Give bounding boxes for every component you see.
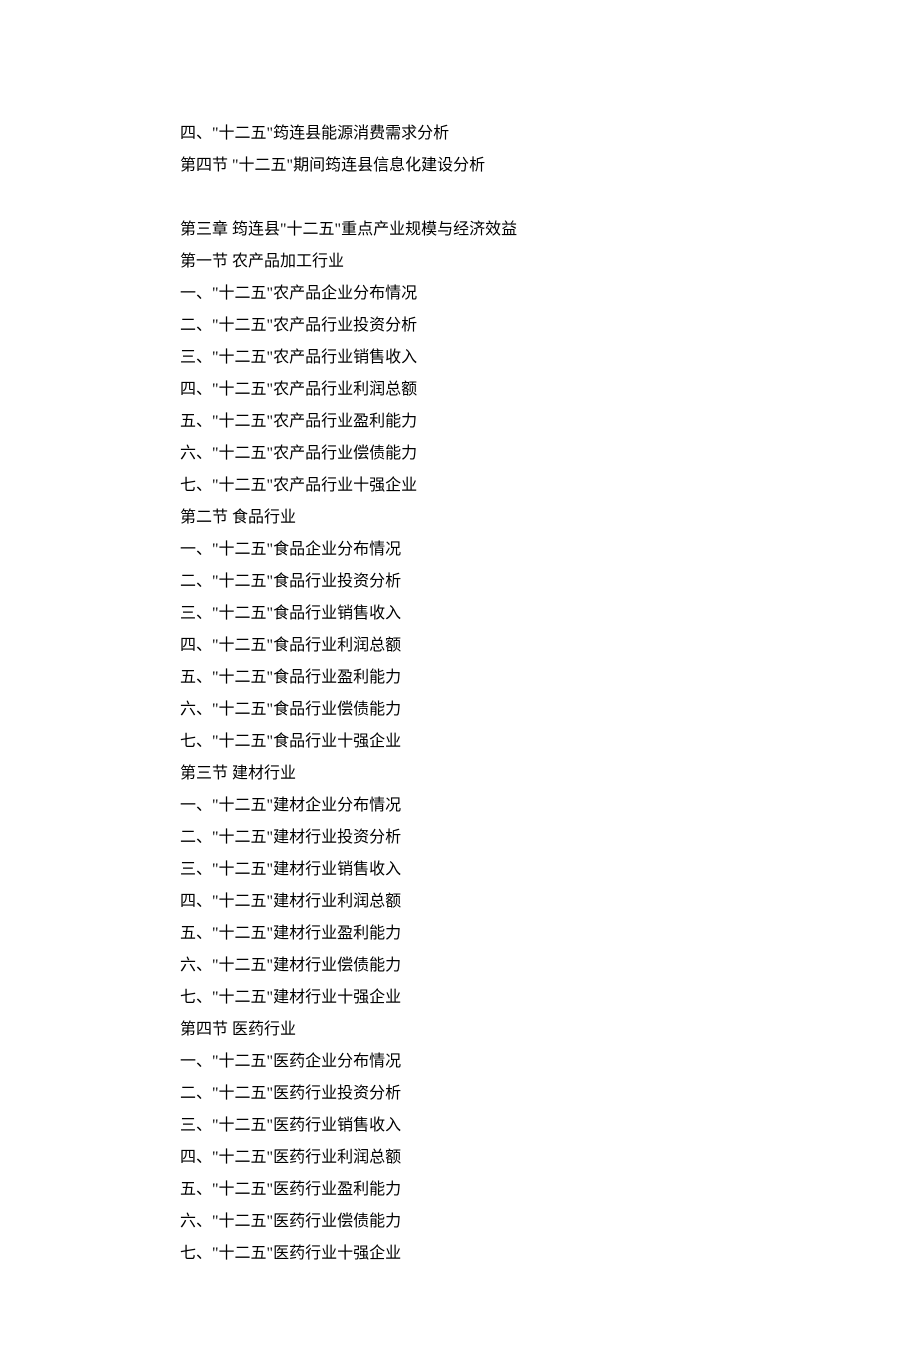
section-title: 第二节 食品行业 [180, 502, 740, 534]
list-item: 七、"十二五"医药行业十强企业 [180, 1238, 740, 1270]
section-title: 第一节 农产品加工行业 [180, 246, 740, 278]
list-item: 五、"十二五"医药行业盈利能力 [180, 1174, 740, 1206]
list-item: 四、"十二五"医药行业利润总额 [180, 1142, 740, 1174]
list-item: 一、"十二五"建材企业分布情况 [180, 790, 740, 822]
list-item: 二、"十二五"食品行业投资分析 [180, 566, 740, 598]
intro-line: 第四节 "十二五"期间筠连县信息化建设分析 [180, 150, 740, 182]
list-item: 五、"十二五"食品行业盈利能力 [180, 662, 740, 694]
section-title: 第三节 建材行业 [180, 758, 740, 790]
section-title: 第四节 医药行业 [180, 1014, 740, 1046]
document-page: 四、"十二五"筠连县能源消费需求分析 第四节 "十二五"期间筠连县信息化建设分析… [0, 0, 920, 1370]
list-item: 二、"十二五"建材行业投资分析 [180, 822, 740, 854]
list-item: 三、"十二五"医药行业销售收入 [180, 1110, 740, 1142]
list-item: 一、"十二五"医药企业分布情况 [180, 1046, 740, 1078]
list-item: 六、"十二五"建材行业偿债能力 [180, 950, 740, 982]
blank-line [180, 182, 740, 214]
list-item: 四、"十二五"建材行业利润总额 [180, 886, 740, 918]
list-item: 二、"十二五"医药行业投资分析 [180, 1078, 740, 1110]
list-item: 七、"十二五"农产品行业十强企业 [180, 470, 740, 502]
list-item: 三、"十二五"农产品行业销售收入 [180, 342, 740, 374]
list-item: 七、"十二五"食品行业十强企业 [180, 726, 740, 758]
list-item: 六、"十二五"农产品行业偿债能力 [180, 438, 740, 470]
list-item: 四、"十二五"农产品行业利润总额 [180, 374, 740, 406]
list-item: 三、"十二五"食品行业销售收入 [180, 598, 740, 630]
list-item: 四、"十二五"食品行业利润总额 [180, 630, 740, 662]
list-item: 三、"十二五"建材行业销售收入 [180, 854, 740, 886]
list-item: 五、"十二五"建材行业盈利能力 [180, 918, 740, 950]
list-item: 一、"十二五"农产品企业分布情况 [180, 278, 740, 310]
list-item: 六、"十二五"医药行业偿债能力 [180, 1206, 740, 1238]
list-item: 六、"十二五"食品行业偿债能力 [180, 694, 740, 726]
list-item: 一、"十二五"食品企业分布情况 [180, 534, 740, 566]
list-item: 二、"十二五"农产品行业投资分析 [180, 310, 740, 342]
list-item: 五、"十二五"农产品行业盈利能力 [180, 406, 740, 438]
intro-line: 四、"十二五"筠连县能源消费需求分析 [180, 118, 740, 150]
list-item: 七、"十二五"建材行业十强企业 [180, 982, 740, 1014]
chapter-title: 第三章 筠连县"十二五"重点产业规模与经济效益 [180, 214, 740, 246]
